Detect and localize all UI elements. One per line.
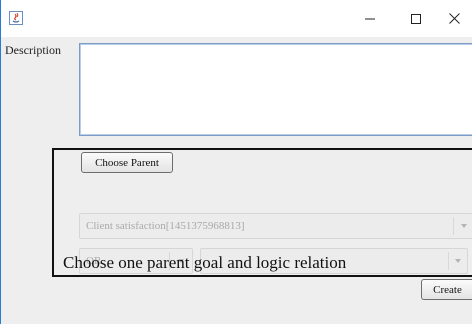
- app-window: Description Choose Parent Client satisfa…: [0, 0, 472, 324]
- combo-separator: [448, 252, 449, 270]
- description-label: Description: [5, 43, 61, 57]
- title-bar[interactable]: [1, 0, 472, 37]
- parent-goal-combobox[interactable]: Client satisfaction[1451375968813]: [79, 213, 472, 239]
- minimize-icon: [365, 14, 375, 24]
- minimize-button[interactable]: [347, 0, 393, 37]
- chevron-down-icon[interactable]: [455, 259, 461, 263]
- parent-goal-value: Client satisfaction[1451375968813]: [86, 220, 245, 232]
- close-icon: [448, 13, 460, 24]
- combo-separator: [453, 217, 454, 235]
- close-button[interactable]: [431, 0, 472, 37]
- create-button[interactable]: Create: [421, 279, 472, 300]
- instruction-text: Choose one parent goal and logic relatio…: [63, 253, 347, 272]
- java-app-icon: [9, 11, 23, 25]
- chevron-down-icon[interactable]: [461, 224, 467, 228]
- description-textarea[interactable]: [79, 43, 472, 136]
- choose-parent-button[interactable]: Choose Parent: [81, 152, 173, 173]
- maximize-icon: [411, 13, 421, 24]
